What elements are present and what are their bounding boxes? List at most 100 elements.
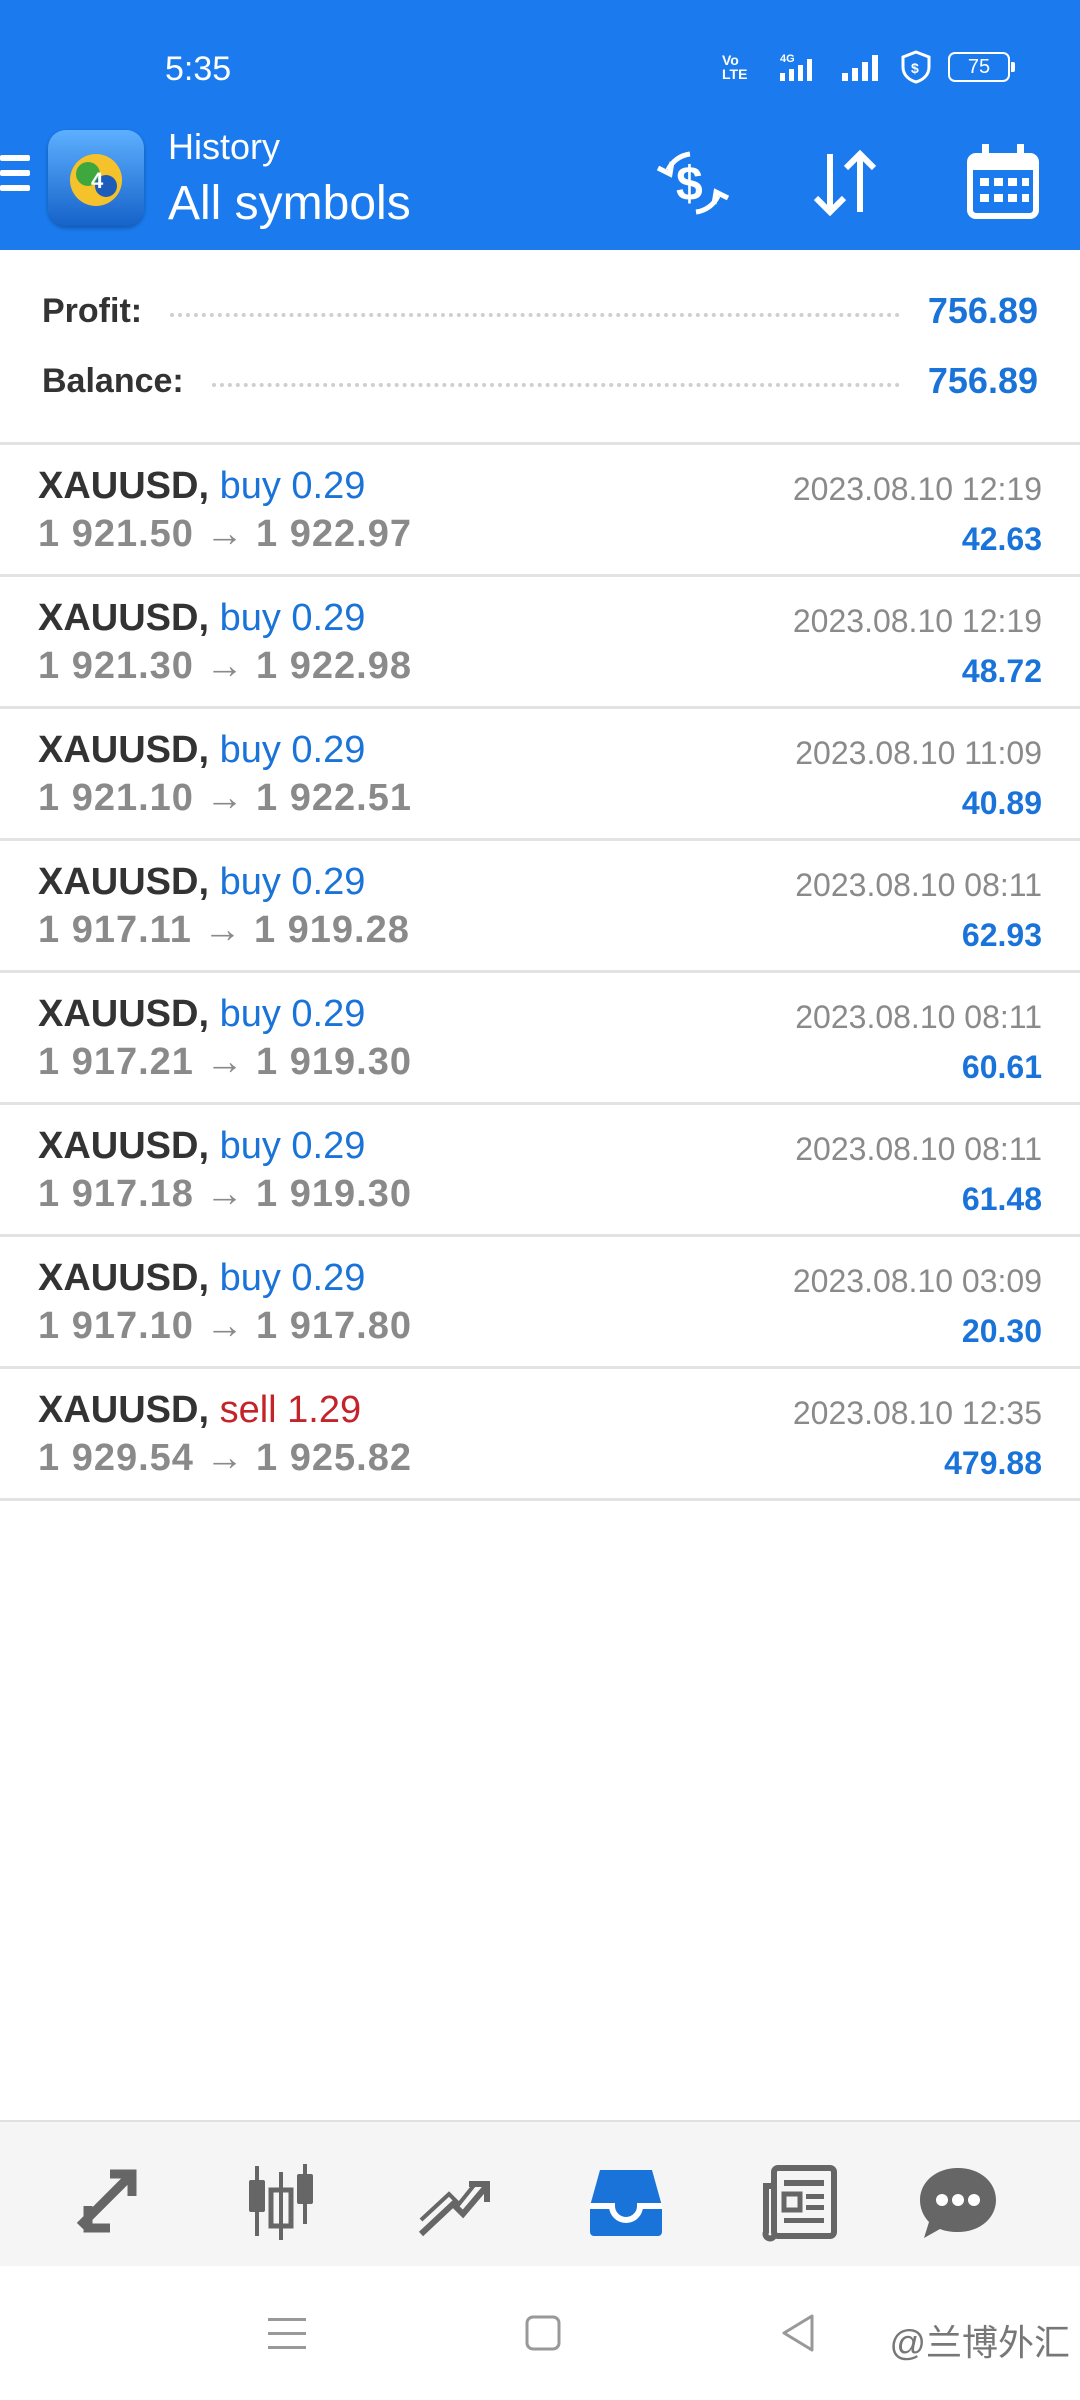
trade-icon[interactable] [413,2162,493,2242]
trade-prices: 1 917.18 → 1 919.30 [38,1173,412,1216]
status-icons: Vo LTE 4G $ 75 [722,50,1015,84]
trade-row[interactable]: XAUUSD, sell 1.29 1 929.54 → 1 925.82 20… [0,1369,1080,1501]
trade-symbol: XAUUSD, [38,597,210,639]
trade-prices: 1 921.50 → 1 922.97 [38,513,412,556]
trade-time: 2023.08.10 08:11 [795,1131,1042,1167]
close-price: 1 917.80 [256,1305,412,1347]
trade-time: 2023.08.10 08:11 [795,999,1042,1035]
trade-row[interactable]: XAUUSD, buy 0.29 1 917.11 → 1 919.28 202… [0,841,1080,973]
trade-side: buy 0.29 [219,1125,366,1167]
system-navigation-bar: @兰博外汇 [0,2266,1080,2400]
bottom-navigation [0,2120,1080,2268]
trade-title: XAUUSD, buy 0.29 [38,1125,365,1168]
open-price: 1 929.54 [38,1437,194,1479]
trade-profit: 60.61 [961,1049,1042,1085]
news-icon[interactable] [760,2162,840,2242]
open-price: 1 917.18 [38,1173,194,1215]
page-title: History [168,126,281,167]
trade-row[interactable]: XAUUSD, buy 0.29 1 921.10 → 1 922.51 202… [0,709,1080,841]
status-time: 5:35 [165,50,232,88]
trade-title: XAUUSD, buy 0.29 [38,465,365,508]
trade-profit: 62.93 [961,917,1042,953]
trade-row[interactable]: XAUUSD, buy 0.29 1 917.10 → 1 917.80 202… [0,1237,1080,1369]
volte-indicator: Vo LTE [722,52,748,82]
trade-row[interactable]: XAUUSD, buy 0.29 1 921.30 → 1 922.98 202… [0,577,1080,709]
trade-title: XAUUSD, buy 0.29 [38,861,365,904]
app-header: 5:35 Vo LTE 4G $ 75 4 History All symbol… [0,0,1080,250]
trade-title: XAUUSD, sell 1.29 [38,1389,361,1432]
dotted-leader [170,313,900,317]
menu-icon[interactable] [0,155,30,197]
profit-label: Profit: [42,291,143,330]
chart-icon[interactable] [241,2162,321,2242]
trade-prices: 1 921.30 → 1 922.98 [38,645,412,688]
svg-text:4: 4 [91,168,104,193]
trade-row[interactable]: XAUUSD, buy 0.29 1 917.21 → 1 919.30 202… [0,973,1080,1105]
trade-symbol: XAUUSD, [38,861,210,903]
trade-title: XAUUSD, buy 0.29 [38,993,365,1036]
balance-label: Balance: [42,361,184,400]
back-icon[interactable] [774,2308,824,2358]
arrow-icon: → [203,909,243,951]
chat-icon[interactable] [918,2162,998,2242]
trade-symbol: XAUUSD, [38,729,210,771]
trade-side: buy 0.29 [219,1257,366,1299]
currency-exchange-icon[interactable]: $ [650,140,736,226]
trade-time: 2023.08.10 12:35 [792,1395,1042,1431]
trade-side: sell 1.29 [219,1389,362,1431]
open-price: 1 921.10 [38,777,194,819]
open-price: 1 917.11 [38,909,192,951]
metatrader-logo: 4 [48,130,144,226]
home-icon[interactable] [518,2308,568,2358]
trade-prices: 1 929.54 → 1 925.82 [38,1437,412,1480]
arrow-icon: → [205,1173,245,1215]
trade-profit: 48.72 [961,653,1042,689]
trade-history-list: XAUUSD, buy 0.29 1 921.50 → 1 922.97 202… [0,445,1080,1501]
svg-text:$: $ [911,60,919,76]
arrow-icon: → [205,1437,245,1479]
trade-symbol: XAUUSD, [38,1125,210,1167]
trade-title: XAUUSD, buy 0.29 [38,729,365,772]
trade-row[interactable]: XAUUSD, buy 0.29 1 917.18 → 1 919.30 202… [0,1105,1080,1237]
arrow-icon: → [205,777,245,819]
account-summary: Profit: 756.89 Balance: 756.89 [0,250,1080,442]
network-4g-label: 4G [780,53,795,65]
profit-value: 756.89 [927,290,1038,331]
arrow-icon: → [205,513,245,555]
trade-title: XAUUSD, buy 0.29 [38,1257,365,1300]
trade-side: buy 0.29 [219,861,366,903]
vpn-shield-icon: $ [901,50,931,84]
profit-row: Profit: 756.89 [42,286,1038,336]
calendar-icon[interactable] [960,140,1046,226]
trade-row[interactable]: XAUUSD, buy 0.29 1 921.50 → 1 922.97 202… [0,445,1080,577]
trade-side: buy 0.29 [219,993,366,1035]
trade-profit: 20.30 [961,1313,1042,1349]
symbol-filter[interactable]: All symbols [168,176,411,231]
history-inbox-icon[interactable] [586,2162,666,2242]
trade-prices: 1 921.10 → 1 922.51 [38,777,412,820]
trade-profit: 42.63 [961,521,1042,557]
trade-time: 2023.08.10 12:19 [792,471,1042,507]
open-price: 1 917.10 [38,1305,194,1347]
sort-icon[interactable] [802,140,888,226]
quotes-icon[interactable] [70,2162,150,2242]
trade-prices: 1 917.11 → 1 919.28 [38,909,410,952]
close-price: 1 922.51 [256,777,412,819]
open-price: 1 921.30 [38,645,194,687]
trade-profit: 40.89 [961,785,1042,821]
recent-apps-icon[interactable] [262,2308,312,2358]
trade-profit: 479.88 [944,1445,1042,1481]
arrow-icon: → [205,1041,245,1083]
trade-profit: 61.48 [961,1181,1042,1217]
trade-symbol: XAUUSD, [38,993,210,1035]
close-price: 1 922.97 [256,513,412,555]
trade-symbol: XAUUSD, [38,465,210,507]
signal-4g-icon: 4G [780,53,812,81]
close-price: 1 919.30 [256,1041,412,1083]
arrow-icon: → [205,1305,245,1347]
close-price: 1 919.28 [253,909,410,951]
close-price: 1 922.98 [256,645,412,687]
trade-symbol: XAUUSD, [38,1389,210,1431]
status-bar: 5:35 Vo LTE 4G $ 75 [0,0,1080,130]
trade-time: 2023.08.10 03:09 [792,1263,1042,1299]
